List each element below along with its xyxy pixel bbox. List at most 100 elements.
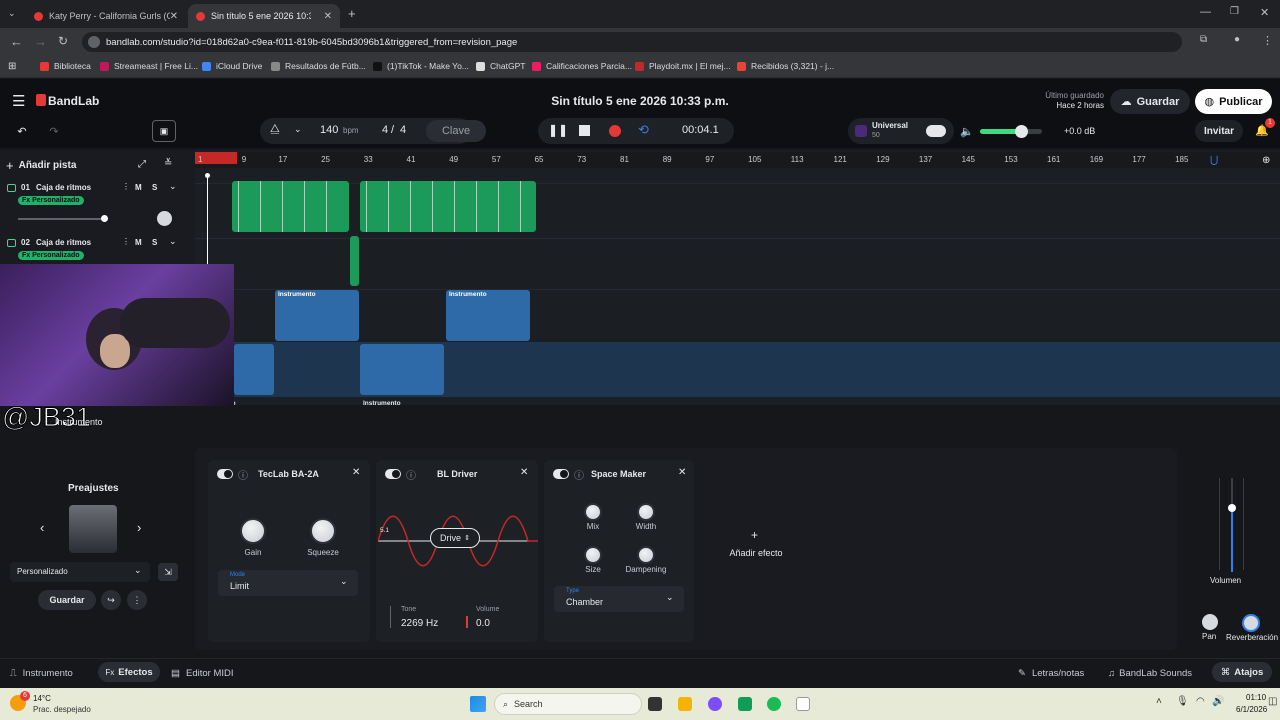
redo-button[interactable]: ↷ [42,120,66,142]
site-info-icon[interactable] [88,36,100,48]
track-volume-handle[interactable] [101,215,108,222]
dampening-knob[interactable] [637,546,655,564]
track-options-icon[interactable]: ⋮ [122,182,130,191]
pan-knob[interactable] [157,211,172,226]
profile-icon[interactable]: ● [1234,34,1240,45]
bpm-value[interactable]: 140 [320,124,338,136]
url-input[interactable]: bandlab.com/studio?id=018d62a0-c9ea-f011… [82,32,1182,52]
size-knob[interactable] [584,546,602,564]
maximize-icon[interactable]: ❐ [1230,6,1239,17]
mic-icon[interactable]: 🎙 [1176,696,1189,707]
key-button[interactable]: Clave [426,120,486,142]
undo-button[interactable]: ↶ [10,120,34,142]
instrument-clip[interactable]: Instrumento [275,290,359,341]
instrument-clip[interactable] [360,344,444,395]
drive-button[interactable]: Drive ⇕ [430,528,480,548]
type-select[interactable]: Type Chamber ⌄ [554,586,684,612]
mute-button[interactable]: M [135,183,142,192]
clock-time[interactable]: 01:10 [1246,693,1266,702]
tab-search-icon[interactable]: ⌄ [8,8,16,19]
info-icon[interactable]: ⓘ [238,467,248,482]
notepad-icon[interactable] [796,697,810,711]
task-view-icon[interactable] [648,697,662,711]
track-row[interactable]: 01 Caja de ritmos ⋮ M S ⌄ Fx Personaliza… [0,181,195,235]
instrument-clip[interactable]: Instrumento [446,290,530,341]
info-icon[interactable]: ⓘ [406,467,416,482]
stop-button[interactable] [579,125,590,136]
pan-knob[interactable] [1202,614,1218,630]
invite-button[interactable]: Invitar [1195,120,1243,142]
bookmark-item[interactable]: (1)TikTok - Make Yo... [373,61,469,71]
bookmark-item[interactable]: Recibidos (3,321) - j... [737,61,834,71]
snap-magnet-icon[interactable]: ⋃ [1210,155,1218,166]
notification-center-icon[interactable]: ◫ [1268,696,1277,707]
minimize-icon[interactable]: — [1200,6,1211,18]
reload-icon[interactable]: ↻ [58,34,68,48]
close-icon[interactable]: ✕ [324,11,332,22]
squeeze-knob[interactable] [310,518,336,544]
bookmark-item[interactable]: Resultados de Fútb... [271,61,366,71]
bookmark-item[interactable]: Streameast | Free Li... [100,61,198,71]
track-settings-icon[interactable]: ≚ [164,158,172,169]
prev-preset-icon[interactable]: ‹ [40,520,44,535]
loop-button[interactable]: ⟲ [638,122,649,138]
app-icon[interactable] [738,697,752,711]
master-volume-handle[interactable] [1015,125,1028,138]
universal-label[interactable]: Universal [872,121,908,130]
volume-icon[interactable]: 🔊 [1212,696,1224,707]
solo-button[interactable]: S [152,183,157,192]
universal-toggle[interactable] [926,125,946,137]
project-title[interactable]: Sin título 5 ene 2026 10:33 p.m. [520,94,760,108]
record-button[interactable] [609,125,621,137]
save-button[interactable]: ☁ Guardar [1110,89,1190,114]
instrument-clip[interactable] [234,344,274,395]
mute-button[interactable]: M [135,238,142,247]
bandlab-sounds-button[interactable]: ♫ BandLab Sounds [1108,664,1192,682]
speaker-icon[interactable]: 🔈 [960,125,974,138]
drum-clip[interactable] [232,181,349,232]
volume-value[interactable]: 0.0 [476,618,490,629]
tab-katy-perry[interactable]: Katy Perry - California Gurls (Off ✕ [26,4,186,28]
preset-compare-icon[interactable]: ⇲ [158,563,178,581]
logo-text[interactable]: BandLab [48,94,99,108]
file-explorer-icon[interactable] [678,697,692,711]
chevron-down-icon[interactable]: ⌄ [169,236,177,247]
reverb-knob[interactable] [1242,614,1260,632]
drum-clip[interactable] [360,181,536,232]
tone-value[interactable]: 2269 Hz [401,618,438,629]
add-track-button[interactable]: + Añadir pista [6,155,90,175]
mixer-toggle-button[interactable]: ▣ [152,120,176,142]
bookmark-item[interactable]: ChatGPT [476,61,525,71]
preset-more-icon[interactable]: ⋮ [127,590,147,610]
menu-dots-icon[interactable]: ⋮ [1262,34,1273,47]
lyrics-button[interactable]: ✎ Letras/notas [1018,664,1084,682]
publish-button[interactable]: ◍ Publicar [1195,89,1272,114]
gain-knob[interactable] [240,518,266,544]
drum-clip[interactable] [350,236,359,286]
bookmark-item[interactable]: iCloud Drive [202,61,262,71]
preset-thumbnail[interactable] [69,505,117,553]
shortcuts-button[interactable]: ⌘ Atajos [1212,662,1272,682]
time-signature-numerator[interactable]: 4 [382,124,388,136]
chevron-down-icon[interactable]: ⌄ [169,181,177,192]
close-icon[interactable]: ✕ [352,467,360,478]
mode-select[interactable]: Mode Limit ⌄ [218,570,358,596]
track-name[interactable]: Caja de ritmos [36,183,91,192]
preset-select[interactable]: Personalizado ⌄ [10,562,150,582]
extensions-icon[interactable]: ⧉ [1200,34,1207,45]
solo-button[interactable]: S [152,238,157,247]
track-options-icon[interactable]: ⋮ [122,237,130,246]
playhead-handle[interactable] [205,173,210,178]
pause-button[interactable]: ❚❚ [548,123,568,137]
save-preset-button[interactable]: Guardar [38,590,96,610]
fx-enable-toggle[interactable] [217,469,233,479]
track-volume-slider[interactable] [18,218,106,220]
taskbar-search-input[interactable]: ⌕ Search [494,693,642,715]
tab-midi-editor[interactable]: ▤ Editor MIDI [171,664,234,682]
info-icon[interactable]: ⓘ [574,467,584,482]
forward-icon[interactable]: → [34,34,47,49]
fx-badge[interactable]: Fx Personalizado [18,251,84,260]
chevron-down-icon[interactable]: ⌄ [294,124,302,135]
close-icon[interactable]: ✕ [520,467,528,478]
add-effect-button[interactable]: + Añadir efecto [710,528,802,564]
